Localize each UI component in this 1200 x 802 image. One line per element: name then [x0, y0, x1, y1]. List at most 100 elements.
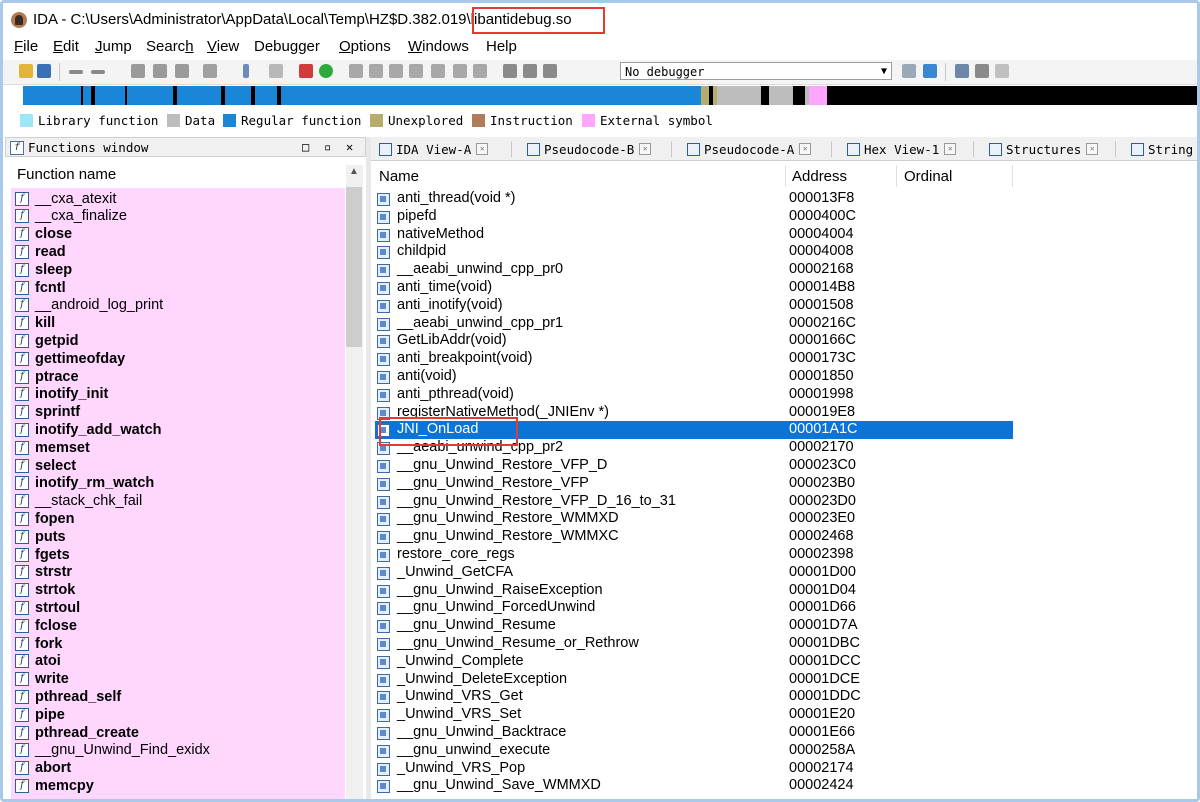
- function-list-item[interactable]: f kill: [15, 315, 55, 332]
- export-row[interactable]: __gnu_Unwind_ForcedUnwind 00001D66: [375, 599, 1013, 617]
- tab-strings[interactable]: String: [1131, 140, 1193, 158]
- export-row[interactable]: __gnu_Unwind_Restore_VFP 000023B0: [375, 475, 1013, 493]
- function-list-item[interactable]: f strtoul: [15, 599, 80, 616]
- immediate-search-icon[interactable]: [175, 64, 189, 78]
- function-list-item[interactable]: f abort: [15, 760, 71, 777]
- pane-splitter[interactable]: [366, 137, 371, 799]
- forward-arrow-icon[interactable]: [91, 70, 105, 74]
- ordinal-column-header[interactable]: Ordinal: [904, 168, 952, 185]
- function-list-item[interactable]: f fopen: [15, 510, 74, 527]
- function-list-item[interactable]: f strstr: [15, 564, 72, 581]
- navigation-band[interactable]: [3, 86, 1197, 106]
- binary-search-icon[interactable]: [131, 64, 145, 78]
- function-list-item[interactable]: f pthread_create: [15, 724, 139, 741]
- function-list-item[interactable]: f sprintf: [15, 404, 80, 421]
- export-row[interactable]: anti(void) 00001850: [375, 368, 1013, 386]
- menu-options[interactable]: Options: [339, 38, 391, 55]
- graph-overview-icon[interactable]: [955, 64, 969, 78]
- cross-reference-icon[interactable]: [409, 64, 423, 78]
- pause-process-icon[interactable]: [523, 64, 537, 78]
- breakpoint-disable-icon[interactable]: [995, 64, 1009, 78]
- text-search-icon[interactable]: [153, 64, 167, 78]
- tab-ida-view-a[interactable]: IDA View-A ✕: [379, 140, 489, 158]
- function-list-item[interactable]: f gettimeofday: [15, 350, 125, 367]
- export-row[interactable]: anti_pthread(void) 00001998: [375, 386, 1013, 404]
- save-icon[interactable]: [37, 64, 51, 78]
- function-list-item[interactable]: f pthread_self: [15, 688, 121, 705]
- undefine-icon[interactable]: [389, 64, 403, 78]
- back-arrow-icon[interactable]: [69, 70, 83, 74]
- menu-search[interactable]: Search: [146, 38, 194, 55]
- scrollbar-thumb[interactable]: [346, 187, 362, 347]
- open-folder-icon[interactable]: [19, 64, 33, 78]
- float-icon[interactable]: ▫: [324, 140, 331, 154]
- menu-help[interactable]: Help: [486, 38, 517, 55]
- export-row[interactable]: __gnu_Unwind_RaiseException 00001D04: [375, 582, 1013, 600]
- function-list-item[interactable]: f puts: [15, 528, 66, 545]
- export-row[interactable]: childpid 00004008: [375, 243, 1013, 261]
- menu-jump[interactable]: Jump: [95, 38, 132, 55]
- close-icon[interactable]: ✕: [346, 140, 353, 154]
- export-row[interactable]: __gnu_Unwind_Restore_VFP_D_16_to_31 00002…: [375, 493, 1013, 511]
- mark-position-icon[interactable]: [269, 64, 283, 78]
- function-list-item[interactable]: f close: [15, 226, 72, 243]
- tab-pseudocode-a[interactable]: Pseudocode-A ✕: [687, 140, 812, 158]
- function-list-item[interactable]: f getpid: [15, 332, 79, 349]
- export-row[interactable]: __gnu_Unwind_Restore_VFP_D 000023C0: [375, 457, 1013, 475]
- export-row[interactable]: _Unwind_Complete 00001DCC: [375, 653, 1013, 671]
- close-icon[interactable]: ✕: [944, 143, 957, 155]
- down-arrow-icon[interactable]: [243, 64, 249, 78]
- function-list-item[interactable]: f fclose: [15, 617, 77, 634]
- function-list-item[interactable]: f inotify_rm_watch: [15, 475, 154, 492]
- warning-icon[interactable]: [299, 64, 313, 78]
- function-list-item[interactable]: f fork: [15, 635, 62, 652]
- function-list-item[interactable]: f inotify_add_watch: [15, 421, 162, 438]
- menu-debugger[interactable]: Debugger: [254, 38, 320, 55]
- close-icon[interactable]: ✕: [476, 143, 489, 155]
- function-list-item[interactable]: f ptrace: [15, 368, 79, 385]
- export-row[interactable]: __gnu_Unwind_Restore_WMMXC 00002468: [375, 528, 1013, 546]
- export-row[interactable]: _Unwind_VRS_Pop 00002174: [375, 760, 1013, 778]
- start-process-icon[interactable]: [503, 64, 517, 78]
- function-list-item[interactable]: f __stack_chk_fail: [15, 493, 142, 510]
- function-list-item[interactable]: f memset: [15, 439, 90, 456]
- close-icon[interactable]: ✕: [1086, 143, 1099, 155]
- export-row[interactable]: __gnu_unwind_execute 0000258A: [375, 742, 1013, 760]
- run-green-icon[interactable]: [319, 64, 333, 78]
- export-row[interactable]: pipefd 0000400C: [375, 208, 1013, 226]
- close-icon[interactable]: ✕: [799, 143, 812, 155]
- function-list-item[interactable]: f write: [15, 671, 69, 688]
- function-list-item[interactable]: f select: [15, 457, 76, 474]
- export-row[interactable]: anti_thread(void *) 000013F8: [375, 190, 1013, 208]
- menu-edit[interactable]: Edit: [53, 38, 79, 55]
- export-row[interactable]: __gnu_Unwind_Resume 00001D7A: [375, 617, 1013, 635]
- delete-icon[interactable]: [473, 64, 487, 78]
- tab-structures[interactable]: Structures ✕: [989, 140, 1099, 158]
- function-list-item[interactable]: f __cxa_finalize: [15, 208, 127, 225]
- name-column-header[interactable]: Name: [379, 168, 419, 185]
- export-row[interactable]: GetLibAddr(void) 0000166C: [375, 332, 1013, 350]
- export-row[interactable]: __gnu_Unwind_Resume_or_Rethrow 00001DBC: [375, 635, 1013, 653]
- tab-hex-view-1[interactable]: Hex View-1 ✕: [847, 140, 957, 158]
- edit-function-icon[interactable]: [369, 64, 383, 78]
- menu-file[interactable]: File: [14, 38, 38, 55]
- export-row[interactable]: anti_time(void) 000014B8: [375, 279, 1013, 297]
- function-list-item[interactable]: f __cxa_atexit: [15, 190, 116, 207]
- export-row[interactable]: _Unwind_VRS_Get 00001DDC: [375, 688, 1013, 706]
- export-row[interactable]: __aeabi_unwind_cpp_pr1 0000216C: [375, 315, 1013, 333]
- stop-process-icon[interactable]: [543, 64, 557, 78]
- close-icon[interactable]: ✕: [639, 143, 652, 155]
- tab-pseudocode-b[interactable]: Pseudocode-B ✕: [527, 140, 652, 158]
- find-next-icon[interactable]: [203, 64, 217, 78]
- function-list-item[interactable]: f fgets: [15, 546, 70, 563]
- functions-scrollbar[interactable]: ▲: [346, 165, 363, 799]
- comment-icon[interactable]: [453, 64, 467, 78]
- restore-icon[interactable]: □: [302, 140, 309, 154]
- debugger-select[interactable]: No debugger ▼: [620, 62, 892, 80]
- navigation-band-bar[interactable]: [23, 86, 1197, 105]
- create-function-icon[interactable]: [349, 64, 363, 78]
- function-list-item[interactable]: f strtok: [15, 582, 75, 599]
- function-name-column-header[interactable]: Function name: [17, 166, 116, 183]
- scroll-up-icon[interactable]: ▲: [349, 166, 359, 177]
- export-row[interactable]: _Unwind_DeleteException 00001DCE: [375, 671, 1013, 689]
